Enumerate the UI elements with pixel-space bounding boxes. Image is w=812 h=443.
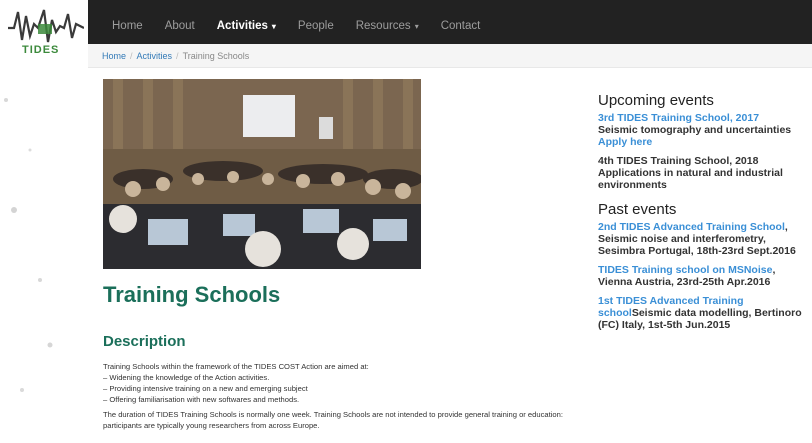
nav-home[interactable]: Home bbox=[112, 20, 143, 32]
nav-resources-label: Resources bbox=[355, 20, 411, 32]
caret-down-icon: ▾ bbox=[414, 21, 419, 31]
nav-activities[interactable]: Activities ▾ bbox=[217, 20, 276, 32]
event-link[interactable]: TIDES Training school on MSNoise bbox=[598, 264, 772, 276]
nav-activities-label: Activities bbox=[216, 20, 268, 32]
desc-line: – Widening the knowledge of the Action a… bbox=[103, 373, 270, 382]
section-title-description: Description bbox=[103, 333, 186, 350]
caret-down-icon: ▾ bbox=[271, 21, 276, 31]
events-sidebar: Upcoming events 3rd TIDES Training Schoo… bbox=[598, 92, 812, 338]
event-description: Seismic tomography and uncertainties bbox=[598, 124, 792, 136]
past-event: 2nd TIDES Advanced Training School, Seis… bbox=[598, 221, 812, 257]
desc-line: – Providing intensive training on a new … bbox=[103, 384, 308, 393]
logo-text: TIDES bbox=[22, 44, 60, 56]
upcoming-event: 4th TIDES Training School, 2018 Applicat… bbox=[598, 155, 812, 191]
seismogram-logo-icon bbox=[8, 9, 84, 43]
apply-here-link[interactable]: Apply here bbox=[598, 136, 652, 148]
breadcrumb-activities[interactable]: Activities bbox=[137, 51, 173, 61]
nav-about[interactable]: About bbox=[165, 20, 195, 32]
event-link[interactable]: 2nd TIDES Advanced Training School bbox=[598, 221, 785, 233]
nav-contact[interactable]: Contact bbox=[441, 20, 481, 32]
past-events-heading: Past events bbox=[598, 201, 677, 218]
description-paragraph-2: The duration of TIDES Training Schools i… bbox=[103, 410, 563, 430]
desc-line: – Offering familiarisation with new soft… bbox=[103, 395, 300, 404]
description-paragraph-1: Training Schools within the framework of… bbox=[103, 361, 573, 405]
decorative-splatter bbox=[4, 98, 53, 392]
breadcrumb-separator: / bbox=[130, 50, 133, 61]
page-title: Training Schools bbox=[103, 282, 281, 307]
nav-resources[interactable]: Resources ▾ bbox=[356, 20, 419, 32]
training-room-photo bbox=[103, 79, 421, 269]
upcoming-events-heading: Upcoming events bbox=[598, 92, 714, 109]
breadcrumb-current: Training Schools bbox=[182, 50, 250, 61]
description-text: Training Schools within the framework of… bbox=[103, 361, 573, 435]
past-event: 1st TIDES Advanced Training schoolSeismi… bbox=[598, 295, 812, 331]
site-logo[interactable]: TIDES bbox=[0, 0, 88, 60]
breadcrumb-separator: / bbox=[176, 50, 179, 61]
nav-people[interactable]: People bbox=[298, 20, 334, 32]
breadcrumb: Home / Activities / Training Schools bbox=[88, 44, 812, 68]
classroom-image bbox=[103, 79, 421, 269]
breadcrumb-home[interactable]: Home bbox=[102, 51, 126, 61]
desc-line: Training Schools within the framework of… bbox=[103, 362, 369, 371]
past-event: TIDES Training school on MSNoise, Vienna… bbox=[598, 264, 812, 288]
event-description: 4th TIDES Training School, 2018 Applicat… bbox=[598, 155, 783, 191]
upcoming-event: 3rd TIDES Training School, 2017 Seismic … bbox=[598, 112, 812, 148]
event-link[interactable]: 3rd TIDES Training School, 2017 bbox=[598, 112, 759, 124]
